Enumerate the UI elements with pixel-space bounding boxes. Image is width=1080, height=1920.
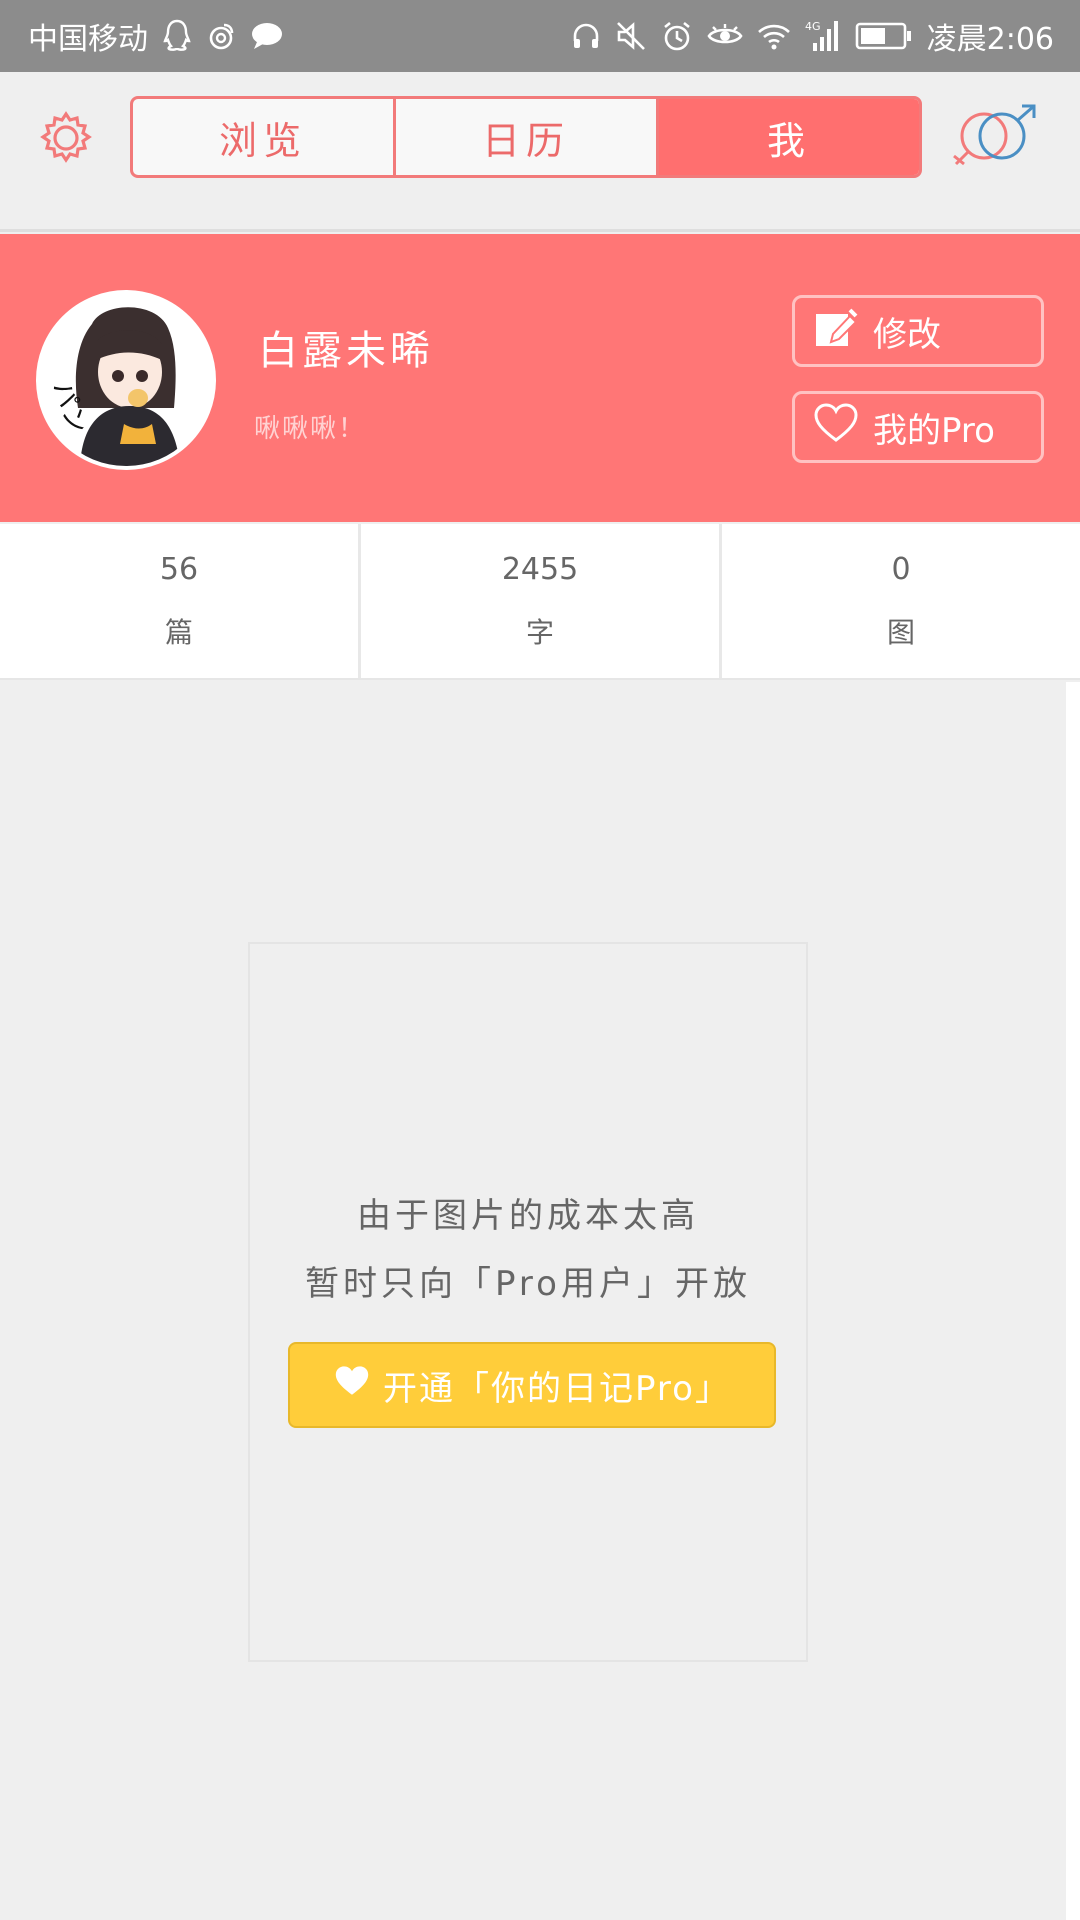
- status-bar: 中国移动 4G 凌晨2:06: [0, 0, 1080, 72]
- heart-icon: [333, 1364, 371, 1407]
- profile-header: パン 白露未晞 啾啾啾！ 修改 我的Pro: [0, 234, 1080, 522]
- headset-icon: [571, 21, 601, 51]
- tab-calendar[interactable]: 日历: [393, 99, 656, 175]
- qq-icon: [162, 19, 192, 53]
- username: 白露未晞: [258, 328, 434, 374]
- notice-line-1: 由于图片的成本太高: [357, 1196, 699, 1236]
- edit-icon: [813, 304, 859, 359]
- battery-icon: [855, 21, 913, 51]
- stat-label: 字: [525, 615, 554, 649]
- stat-value: 2455: [501, 551, 579, 587]
- stat-entries[interactable]: 56 篇: [0, 524, 358, 678]
- status-left: 中国移动: [28, 14, 284, 58]
- eye-icon: [707, 22, 743, 50]
- stat-value: 0: [891, 551, 911, 587]
- stat-label: 篇: [164, 615, 193, 649]
- stat-label: 图: [886, 615, 915, 649]
- top-nav: 浏览 日历 我: [0, 72, 1080, 232]
- message-icon: [250, 21, 284, 51]
- notice-line-2: 暂时只向「Pro用户」开放: [305, 1264, 751, 1304]
- weibo-icon: [206, 21, 236, 51]
- upgrade-pro-button[interactable]: 开通「你的日记Pro」: [288, 1342, 776, 1428]
- tab-bar: 浏览 日历 我: [130, 96, 922, 178]
- signal-4g-icon: 4G: [805, 19, 841, 53]
- mute-icon: [615, 20, 647, 52]
- edit-profile-button[interactable]: 修改: [792, 295, 1044, 367]
- edit-label: 修改: [873, 314, 941, 355]
- alarm-icon: [661, 20, 693, 52]
- page: 中国移动 4G 凌晨2:06 浏览 日历 我 パン 白露未晞 啾啾啾！ 修改 我…: [0, 0, 1080, 1920]
- scroll-gutter: [1066, 682, 1080, 1920]
- gear-icon[interactable]: [36, 108, 96, 168]
- wifi-icon: [757, 22, 791, 50]
- my-pro-button[interactable]: 我的Pro: [792, 391, 1044, 463]
- stats-bar: 56 篇 2455 字 0 图: [0, 524, 1080, 680]
- pro-notice-card: 由于图片的成本太高 暂时只向「Pro用户」开放 开通「你的日记Pro」: [248, 942, 808, 1662]
- stat-images[interactable]: 0 图: [719, 524, 1080, 678]
- stat-value: 56: [159, 551, 199, 587]
- network-type-label: 4G: [805, 20, 821, 33]
- status-right: 4G 凌晨2:06: [571, 14, 1054, 58]
- bio: 啾啾啾！: [254, 414, 367, 444]
- tab-me[interactable]: 我: [656, 99, 919, 175]
- tab-browse[interactable]: 浏览: [133, 99, 393, 175]
- avatar[interactable]: パン: [36, 290, 216, 470]
- upgrade-label: 开通「你的日记Pro」: [383, 1368, 731, 1409]
- stat-words[interactable]: 2455 字: [358, 524, 719, 678]
- heart-outline-icon: [813, 402, 859, 453]
- gender-icon[interactable]: [950, 102, 1042, 174]
- my-pro-label: 我的Pro: [873, 410, 995, 451]
- carrier-label: 中国移动: [28, 22, 148, 57]
- clock-time: 凌晨2:06: [926, 22, 1054, 57]
